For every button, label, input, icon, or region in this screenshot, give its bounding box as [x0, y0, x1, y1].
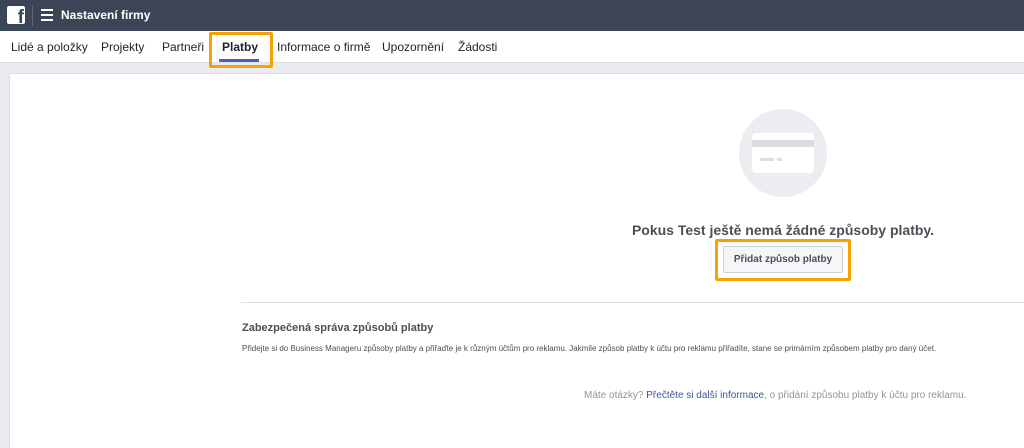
facebook-logo-icon[interactable]: f [7, 6, 25, 24]
hamburger-menu-icon[interactable] [41, 9, 53, 21]
app-title: Nastavení firmy [61, 8, 151, 22]
empty-state-message: Pokus Test ještě nemá žádné způsoby plat… [631, 222, 935, 238]
help-line: Máte otázky? Přečtěte si další informace… [584, 390, 966, 401]
tab-business-info[interactable]: Informace o firmě [277, 31, 370, 63]
top-bar-divider [32, 5, 33, 26]
tab-highlight-box [209, 32, 273, 68]
secure-payment-title: Zabezpečená správa způsobů platby [242, 322, 434, 334]
help-suffix: , o přidání způsobu platby k účtu pro re… [764, 390, 967, 401]
tab-projects[interactable]: Projekty [101, 31, 144, 63]
credit-card-icon [752, 133, 814, 173]
top-bar: f Nastavení firmy [0, 0, 1024, 31]
credit-card-line [777, 158, 782, 161]
learn-more-link[interactable]: Přečtěte si další informace [646, 390, 764, 401]
credit-card-stripe [752, 140, 814, 147]
facebook-logo-letter: f [17, 7, 24, 24]
tab-people-and-assets[interactable]: Lidé a položky [11, 31, 88, 63]
tab-bar: Lidé a položky Projekty Partneři Platby … [0, 31, 1024, 63]
tab-notifications[interactable]: Upozornění [382, 31, 444, 63]
credit-card-line [760, 158, 774, 161]
tab-partners[interactable]: Partneři [162, 31, 204, 63]
section-divider [241, 302, 1024, 303]
tab-requests[interactable]: Žádosti [458, 31, 497, 63]
help-prefix: Máte otázky? [584, 390, 644, 401]
add-payment-method-button[interactable]: Přidat způsob platby [723, 246, 843, 273]
secure-payment-description: Přidejte si do Business Manageru způsoby… [242, 344, 937, 353]
